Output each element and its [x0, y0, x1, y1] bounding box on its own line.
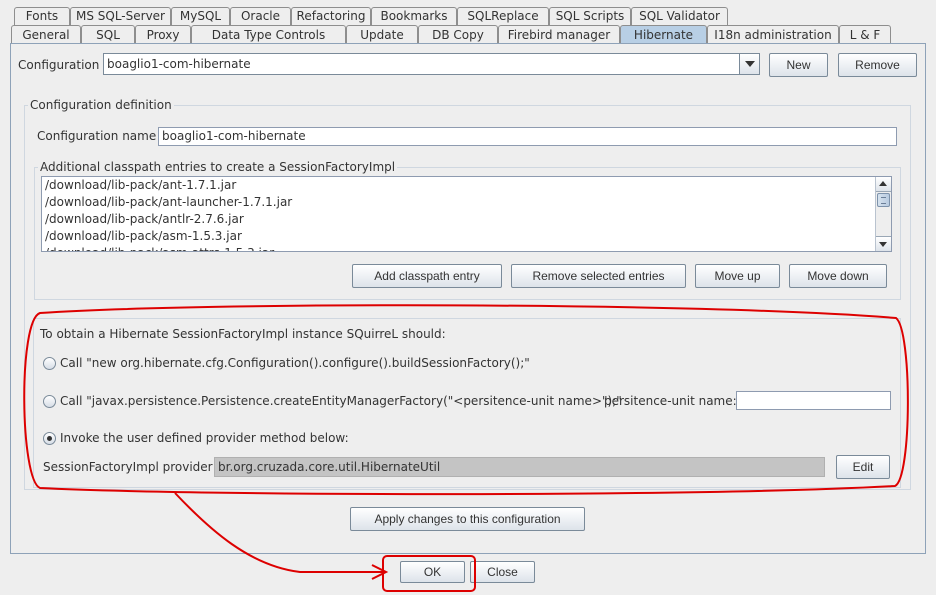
- configuration-dropdown-arrow[interactable]: [739, 54, 759, 74]
- configuration-name-field[interactable]: boaglio1-com-hibernate: [158, 127, 897, 146]
- option-configuration-label[interactable]: Call "new org.hibernate.cfg.Configuratio…: [60, 355, 530, 371]
- tab-refactoring[interactable]: Refactoring: [291, 7, 371, 25]
- remove-selected-entries-button[interactable]: Remove selected entries: [511, 264, 686, 288]
- tab-hibernate[interactable]: Hibernate: [620, 25, 707, 44]
- tab-update[interactable]: Update: [346, 25, 418, 44]
- radio-selected-dot: [47, 436, 52, 441]
- scroll-thumb[interactable]: [877, 193, 890, 207]
- add-classpath-entry-button[interactable]: Add classpath entry: [352, 264, 502, 288]
- option-persistence-radio[interactable]: [43, 395, 56, 408]
- tab-fonts[interactable]: Fonts: [14, 7, 70, 25]
- configuration-definition-legend: Configuration definition: [28, 98, 174, 112]
- annotation-arrowhead: [371, 564, 389, 580]
- new-config-button[interactable]: New: [769, 53, 828, 77]
- tab-oracle[interactable]: Oracle: [230, 7, 291, 25]
- tab-db-copy[interactable]: DB Copy: [418, 25, 498, 44]
- tab-firebird-manager[interactable]: Firebird manager: [498, 25, 620, 44]
- option-persistence-label[interactable]: Call "javax.persistence.Persistence.crea…: [60, 393, 622, 409]
- classpath-list[interactable]: /download/lib-pack/ant-1.7.1.jar/downloa…: [41, 176, 892, 252]
- tab-data-type-controls[interactable]: Data Type Controls: [191, 25, 346, 44]
- configuration-label: Configuration: [18, 58, 100, 72]
- apply-changes-button[interactable]: Apply changes to this configuration: [350, 507, 585, 531]
- configuration-combo[interactable]: boaglio1-com-hibernate: [103, 53, 760, 75]
- provider-label: SessionFactoryImpl provider: [43, 460, 213, 474]
- chevron-down-icon: [745, 61, 755, 67]
- chevron-down-icon: [879, 242, 887, 247]
- classpath-legend: Additional classpath entries to create a…: [38, 160, 398, 174]
- classpath-entry[interactable]: /download/lib-pack/asm-attrs-1.5.3.jar: [42, 245, 875, 251]
- persistence-unit-label: persitence-unit name:: [604, 394, 737, 408]
- tab-sql[interactable]: SQL: [81, 25, 135, 44]
- scroll-up-button[interactable]: [876, 177, 891, 192]
- provider-field[interactable]: br.org.cruzada.core.util.HibernateUtil: [214, 457, 825, 477]
- tab-mysql[interactable]: MySQL: [171, 7, 230, 25]
- provider-intro: To obtain a Hibernate SessionFactoryImpl…: [40, 327, 446, 341]
- classpath-scrollbar[interactable]: [875, 177, 891, 251]
- tab-i18n-administration[interactable]: I18n administration: [707, 25, 839, 44]
- classpath-entry[interactable]: /download/lib-pack/asm-1.5.3.jar: [42, 228, 875, 245]
- scroll-down-button[interactable]: [876, 236, 891, 251]
- tab-sqlreplace[interactable]: SQLReplace: [457, 7, 549, 25]
- configuration-selected: boaglio1-com-hibernate: [107, 57, 251, 71]
- move-down-button[interactable]: Move down: [789, 264, 887, 288]
- option-configuration-radio[interactable]: [43, 357, 56, 370]
- chevron-up-icon: [879, 181, 887, 186]
- classpath-entry[interactable]: /download/lib-pack/ant-launcher-1.7.1.ja…: [42, 194, 875, 211]
- ok-button[interactable]: OK: [400, 561, 465, 583]
- classpath-entry[interactable]: /download/lib-pack/ant-1.7.1.jar: [42, 177, 875, 194]
- configuration-name-label: Configuration name: [37, 129, 157, 143]
- move-up-button[interactable]: Move up: [695, 264, 780, 288]
- option-provider-label[interactable]: Invoke the user defined provider method …: [60, 430, 349, 446]
- tab-l-f[interactable]: L & F: [839, 25, 891, 44]
- tab-proxy[interactable]: Proxy: [135, 25, 191, 44]
- tab-general[interactable]: General: [11, 25, 81, 44]
- grip-icon: [881, 197, 886, 204]
- tab-sql-validator[interactable]: SQL Validator: [631, 7, 728, 25]
- persistence-unit-field[interactable]: [736, 391, 891, 410]
- remove-config-button[interactable]: Remove: [838, 53, 917, 77]
- close-button[interactable]: Close: [470, 561, 535, 583]
- tab-bookmarks[interactable]: Bookmarks: [371, 7, 457, 25]
- edit-provider-button[interactable]: Edit: [836, 455, 890, 479]
- tab-sql-scripts[interactable]: SQL Scripts: [549, 7, 631, 25]
- classpath-entry[interactable]: /download/lib-pack/antlr-2.7.6.jar: [42, 211, 875, 228]
- tab-ms-sql-server[interactable]: MS SQL-Server: [70, 7, 171, 25]
- option-provider-radio[interactable]: [43, 432, 56, 445]
